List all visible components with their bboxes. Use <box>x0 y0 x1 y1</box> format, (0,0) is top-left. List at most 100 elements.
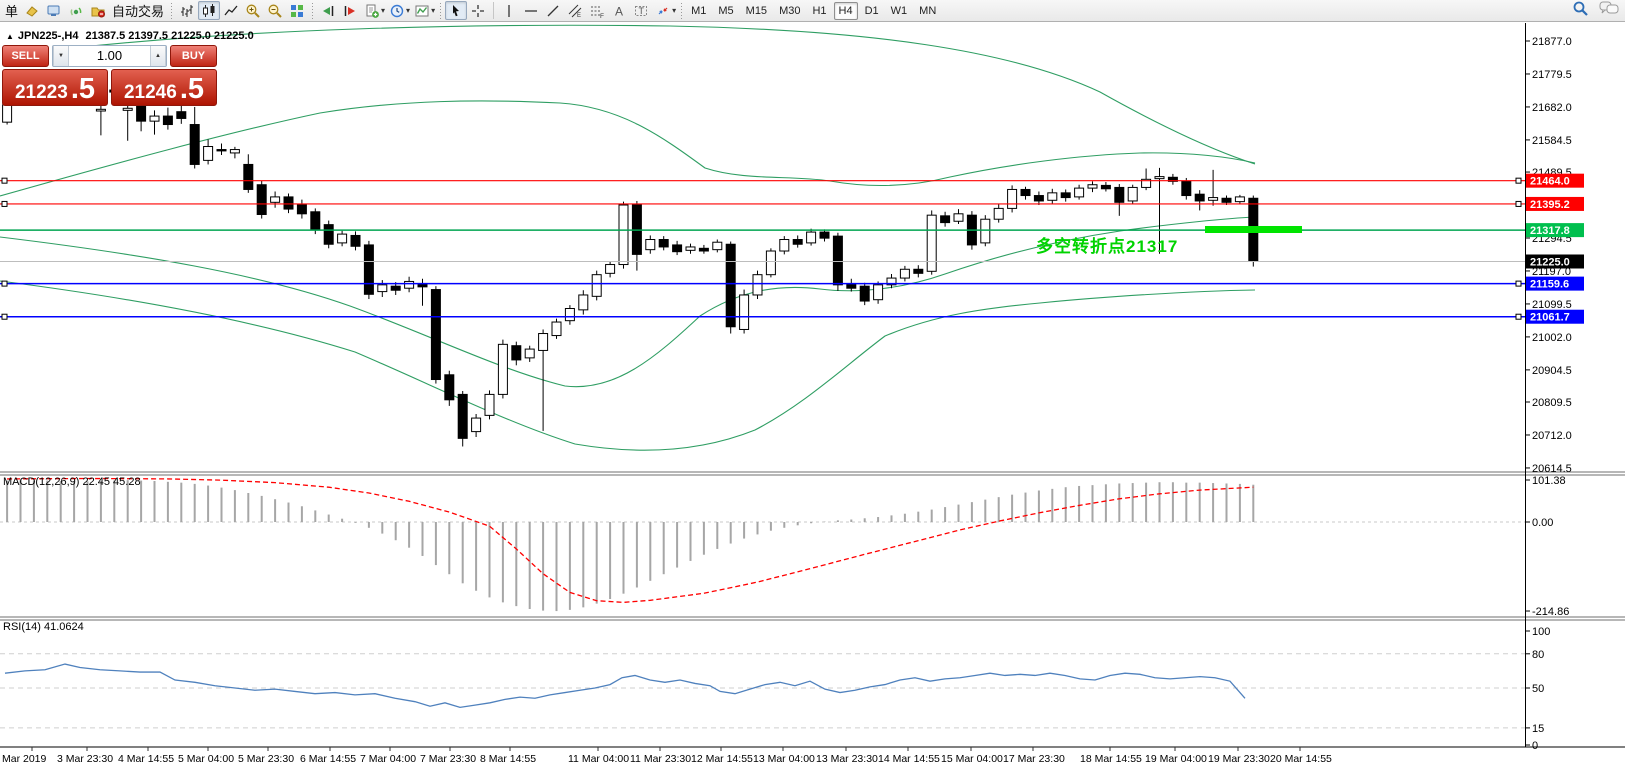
text-label-tool-button[interactable]: T <box>630 1 652 20</box>
price-tick-label: 20712.0 <box>1532 430 1572 442</box>
timeframe-button-M5[interactable]: M5 <box>713 2 738 20</box>
candle-body-bull <box>606 265 615 274</box>
rsi-scale-label: 15 <box>1532 723 1544 735</box>
candle-body-bull <box>900 269 909 278</box>
search-icon[interactable] <box>1572 0 1589 22</box>
time-axis-label: 5 Mar 04:00 <box>178 753 234 765</box>
volume-increase-button[interactable]: ▲ <box>150 46 166 66</box>
price-tag-label: 21159.6 <box>1530 279 1569 291</box>
line-handle[interactable] <box>2 178 7 183</box>
timeframe-button-M30[interactable]: M30 <box>774 2 805 20</box>
mt4-window: 单 自动交易 ▾ ▾ ▾ E F A T ▾ M1M5M15 <box>0 0 1625 768</box>
candle-body-bull <box>338 234 347 243</box>
signal-icon[interactable] <box>65 1 87 20</box>
candle-body-bull <box>204 147 213 161</box>
candle-body-bear <box>297 205 306 214</box>
highlight-bar[interactable] <box>1205 226 1302 233</box>
gold-ticket-icon[interactable] <box>21 1 43 20</box>
candle-body-bull <box>1235 197 1244 202</box>
period-dropdown-caret[interactable]: ▾ <box>406 6 410 15</box>
new-order-dropdown-caret[interactable]: ▾ <box>381 6 385 15</box>
candle-body-bull <box>123 108 132 110</box>
time-axis-label: 20 Mar 14:55 <box>1270 753 1332 765</box>
sell-price-box[interactable]: 21223 .5 <box>2 69 108 106</box>
line-handle[interactable] <box>2 201 7 206</box>
chart-shift-button[interactable] <box>339 1 361 20</box>
candle-body-bull <box>271 197 280 202</box>
candle-body-bear <box>1182 181 1191 195</box>
svg-text:T: T <box>639 6 645 16</box>
collapse-panel-arrow-icon[interactable]: ▲ <box>6 32 14 41</box>
timeframe-toolbar: M1M5M15M30H1H4D1W1MN <box>686 2 941 20</box>
candle-body-bear <box>351 235 360 246</box>
candle-body-bear <box>1061 193 1070 198</box>
indicators-dropdown-caret[interactable]: ▾ <box>431 6 435 15</box>
auto-trading-icon[interactable] <box>87 1 109 20</box>
period-clock-button[interactable] <box>386 1 408 20</box>
timeframe-button-M15[interactable]: M15 <box>741 2 772 20</box>
crosshair-tool-button[interactable] <box>467 1 489 20</box>
cursor-tool-button[interactable] <box>445 1 467 20</box>
line-handle[interactable] <box>2 314 7 319</box>
volume-decrease-button[interactable]: ▼ <box>53 46 69 66</box>
timeframe-button-H1[interactable]: H1 <box>807 2 831 20</box>
auto-scroll-button[interactable] <box>317 1 339 20</box>
buy-price-box[interactable]: 21246 .5 <box>111 69 217 106</box>
line-handle[interactable] <box>1516 178 1521 183</box>
timeframe-button-W1[interactable]: W1 <box>886 2 913 20</box>
chat-icon[interactable] <box>1599 0 1619 21</box>
rsi-scale-label: 80 <box>1532 649 1544 661</box>
svg-text:E: E <box>577 13 581 19</box>
trendline-tool-button[interactable] <box>542 1 564 20</box>
equidistant-channel-tool-button[interactable]: E <box>564 1 586 20</box>
horizontal-line-tool-button[interactable] <box>520 1 542 20</box>
chart-canvas[interactable]: 21877.021779.521682.021584.521489.521294… <box>0 0 1625 768</box>
candle-body-bull <box>498 344 507 394</box>
arrows-dropdown-caret[interactable]: ▾ <box>672 6 676 15</box>
time-axis-label: 17 Mar 23:30 <box>1003 753 1065 765</box>
candle-body-bear <box>163 116 172 124</box>
price-tick-label: 21099.5 <box>1532 299 1572 311</box>
indicators-button[interactable] <box>411 1 433 20</box>
line-handle[interactable] <box>1516 281 1521 286</box>
timeframe-button-H4[interactable]: H4 <box>834 2 858 20</box>
macd-indicator-label: MACD(12,26,9) 22.45 45.28 <box>3 476 141 488</box>
timeframe-button-D1[interactable]: D1 <box>860 2 884 20</box>
candle-body-bear <box>445 375 454 400</box>
candle-body-bear <box>431 290 440 380</box>
candle-body-bull <box>3 105 12 122</box>
line-handle[interactable] <box>2 281 7 286</box>
zoom-in-button[interactable] <box>242 1 264 20</box>
buy-price-main: 21246 <box>124 83 177 102</box>
time-axis-label: 19 Mar 04:00 <box>1145 753 1207 765</box>
fibonacci-tool-button[interactable]: F <box>586 1 608 20</box>
line-handle[interactable] <box>1516 201 1521 206</box>
auto-trading-label[interactable]: 自动交易 <box>112 1 164 20</box>
candle-body-bear <box>284 197 293 209</box>
candle-body-bear <box>1195 194 1204 201</box>
text-tool-button[interactable]: A <box>608 1 630 20</box>
sell-button[interactable]: SELL <box>2 45 49 67</box>
buy-button[interactable]: BUY <box>170 45 217 67</box>
bar-chart-type-button[interactable] <box>176 1 198 20</box>
candlestick-chart-type-button[interactable] <box>198 1 220 20</box>
vertical-line-tool-button[interactable] <box>498 1 520 20</box>
candle-body-bear <box>1034 196 1043 201</box>
new-order-button[interactable] <box>361 1 383 20</box>
terminal-icon[interactable] <box>43 1 65 20</box>
zoom-out-button[interactable] <box>264 1 286 20</box>
line-handle[interactable] <box>1516 314 1521 319</box>
timeframe-button-M1[interactable]: M1 <box>686 2 711 20</box>
line-chart-type-button[interactable] <box>220 1 242 20</box>
arrows-tool-button[interactable] <box>652 1 674 20</box>
tile-windows-button[interactable] <box>286 1 308 20</box>
timeframe-button-MN[interactable]: MN <box>914 2 941 20</box>
volume-input[interactable]: 1.00 <box>69 46 150 66</box>
time-axis-label: 7 Mar 04:00 <box>360 753 416 765</box>
candle-body-bull <box>592 275 601 297</box>
candle-body-bear <box>1101 185 1110 188</box>
candle-body-bull <box>686 247 695 250</box>
new-order-partial-label[interactable]: 单 <box>5 1 18 20</box>
candle-body-bear <box>820 232 829 238</box>
price-tick-label: 20809.5 <box>1532 397 1572 409</box>
